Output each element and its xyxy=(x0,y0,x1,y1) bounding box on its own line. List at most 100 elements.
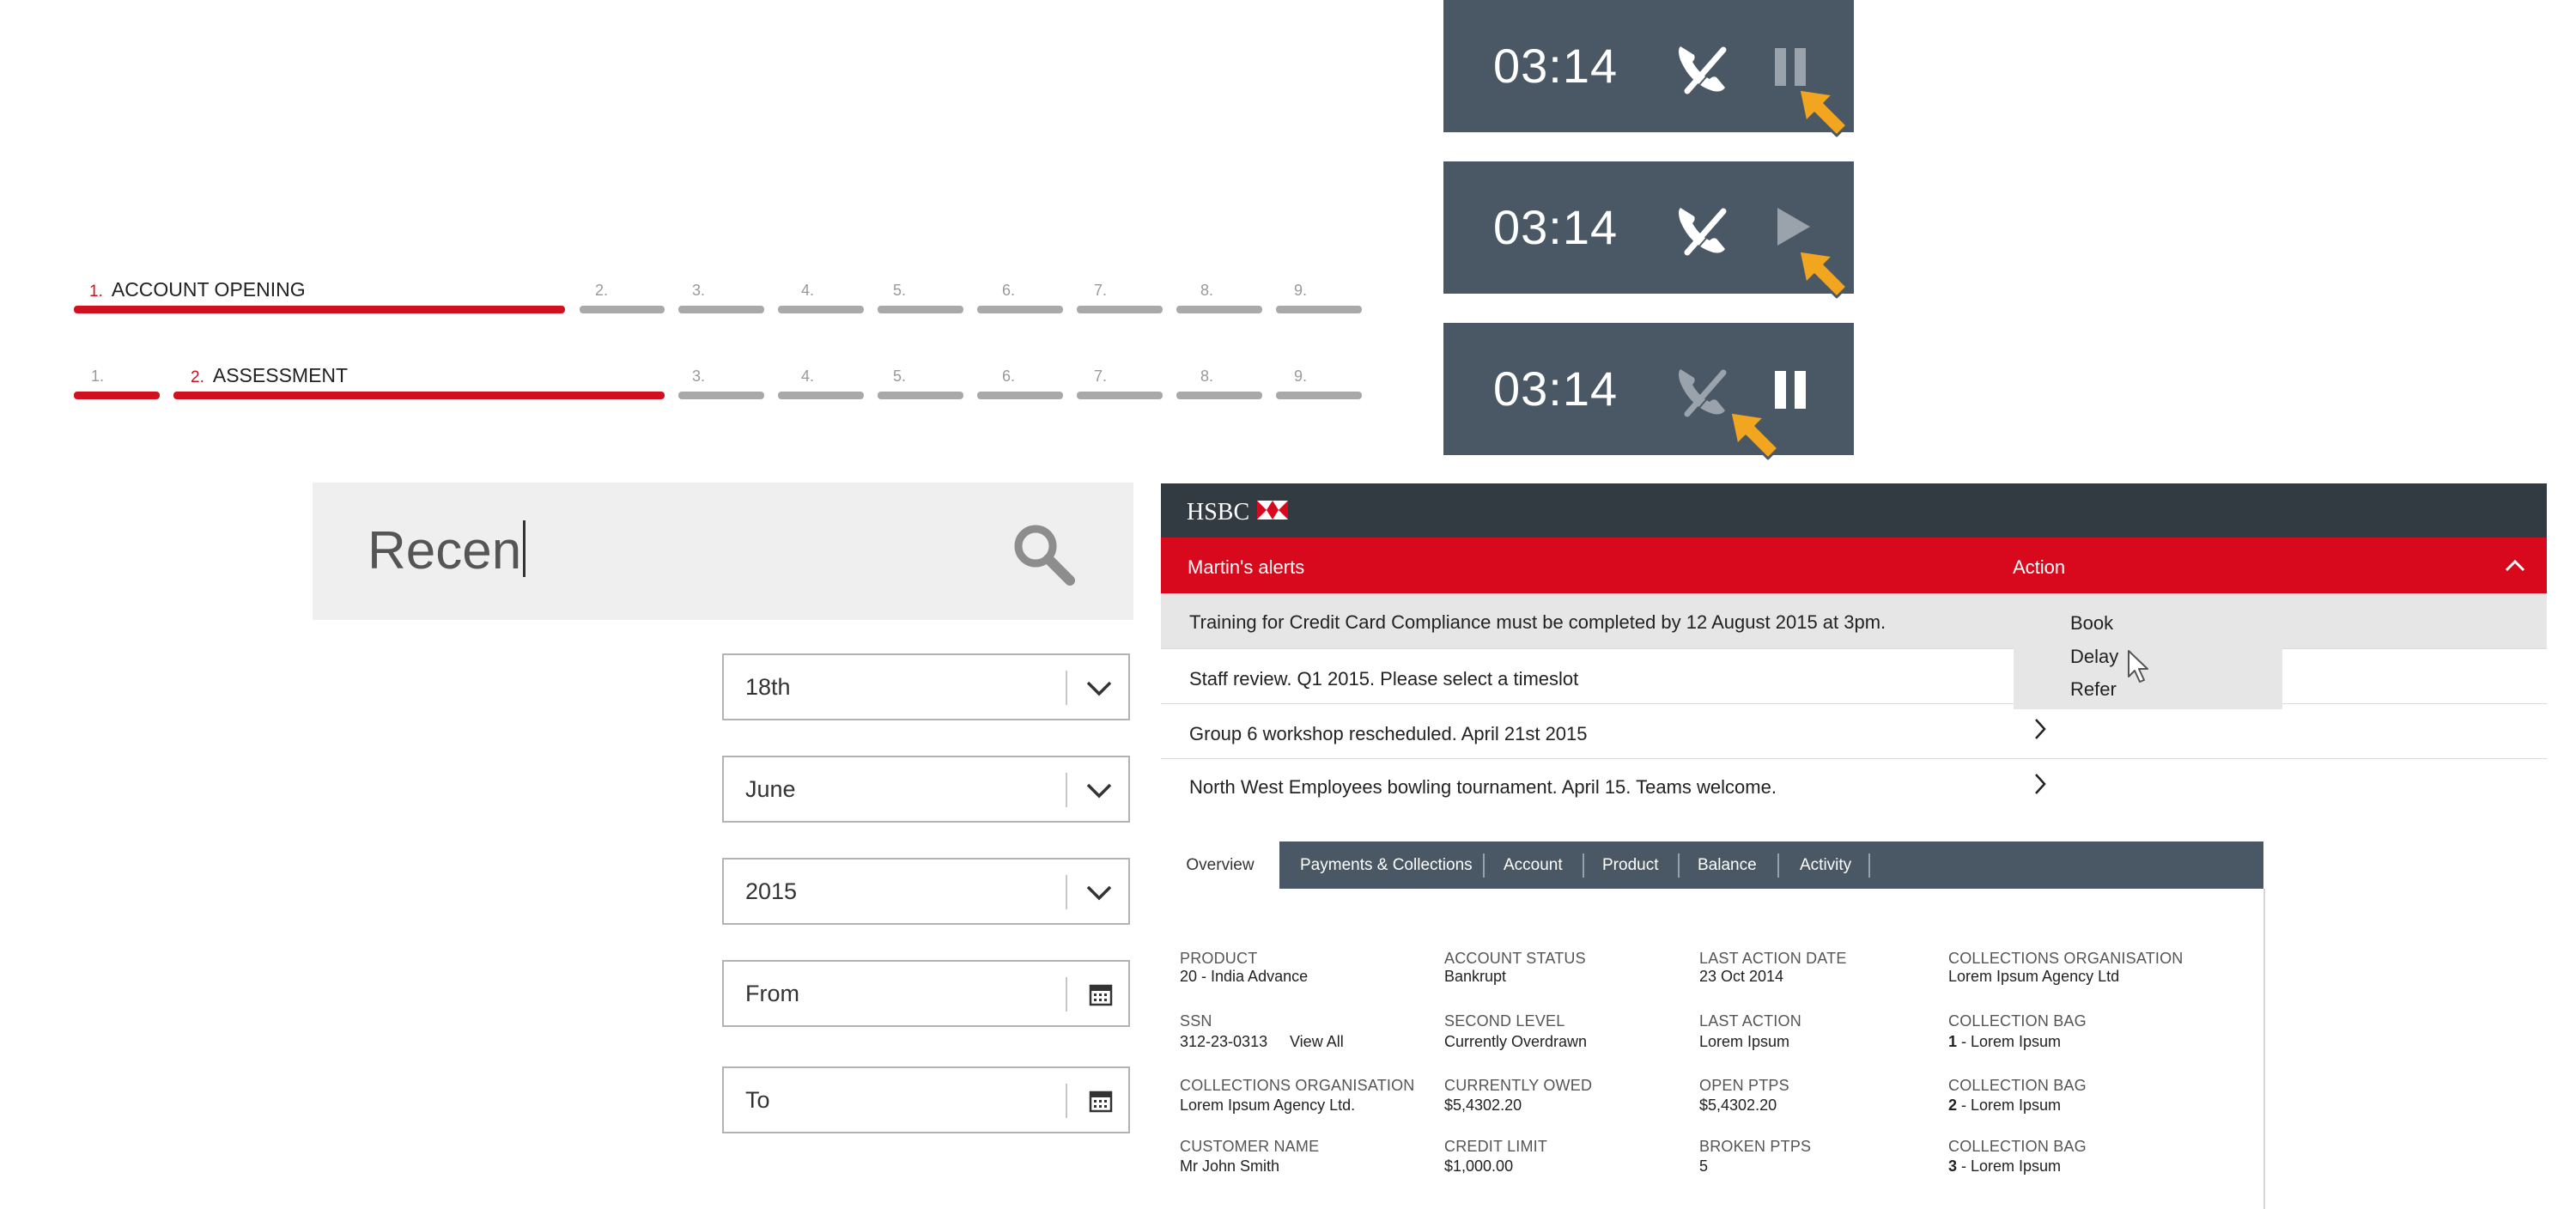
step-1-bar[interactable] xyxy=(74,392,160,399)
field-label: COLLECTION BAG xyxy=(1948,1138,2087,1155)
alert-row[interactable]: Staff review. Q1 2015. Please select a t… xyxy=(1161,649,2547,704)
step-7-bar[interactable] xyxy=(1077,306,1163,313)
field-value: Currently Overdrawn xyxy=(1444,1033,1588,1050)
divider xyxy=(1066,875,1067,909)
field-label: CREDIT LIMIT xyxy=(1444,1138,1548,1155)
alerts-header: Martin's alerts Action xyxy=(1161,538,2547,593)
step-2-label[interactable]: 2. ASSESSMENT xyxy=(191,364,348,387)
chevron-down-icon[interactable] xyxy=(1084,882,1114,904)
field-label: SECOND LEVEL xyxy=(1444,1012,1565,1030)
step-9-label[interactable]: 9. xyxy=(1294,368,1307,386)
step-1-bar[interactable] xyxy=(74,306,565,313)
step-5-label[interactable]: 5. xyxy=(893,282,906,300)
tab-payments-collections[interactable]: Payments & Collections xyxy=(1300,841,1473,889)
field-value: Mr John Smith xyxy=(1180,1157,1280,1175)
step-6-bar[interactable] xyxy=(977,392,1063,399)
step-8-label[interactable]: 8. xyxy=(1200,368,1213,386)
view-all-link[interactable]: View All xyxy=(1290,1033,1344,1051)
field-value: Lorem Ipsum xyxy=(1699,1033,1790,1050)
search-input[interactable]: Recen xyxy=(368,520,526,581)
search-icon[interactable] xyxy=(1010,520,1078,589)
phone-hangup-icon[interactable] xyxy=(1668,196,1734,261)
menu-item-delay[interactable]: Delay xyxy=(2070,646,2118,668)
alert-text: North West Employees bowling tournament.… xyxy=(1189,776,1777,798)
field-label: COLLECTION BAG xyxy=(1948,1012,2087,1030)
tab-account[interactable]: Account xyxy=(1504,841,1563,889)
chevron-up-icon[interactable] xyxy=(2503,556,2527,574)
step-5-label[interactable]: 5. xyxy=(893,368,906,386)
from-date-field[interactable]: From xyxy=(722,960,1130,1027)
phone-hangup-icon[interactable] xyxy=(1668,357,1734,422)
calendar-icon[interactable] xyxy=(1089,982,1113,1006)
field-value: $5,4302.20 xyxy=(1699,1097,1777,1114)
cursor-arrow-icon xyxy=(1728,410,1780,460)
step-8-bar[interactable] xyxy=(1176,392,1262,399)
chevron-right-icon[interactable] xyxy=(2032,716,2049,742)
step-6-label[interactable]: 6. xyxy=(1002,282,1015,300)
field-value: Lorem Ipsum Agency Ltd xyxy=(1948,968,2120,985)
pause-icon[interactable] xyxy=(1770,369,1813,412)
divider xyxy=(1066,977,1067,1012)
step-9-label[interactable]: 9. xyxy=(1294,282,1307,300)
play-icon[interactable] xyxy=(1772,206,1815,249)
field-label: LAST ACTION DATE xyxy=(1699,950,1847,967)
step-5-bar[interactable] xyxy=(878,392,963,399)
step-7-label[interactable]: 7. xyxy=(1094,282,1107,300)
step-3-bar[interactable] xyxy=(678,392,764,399)
step-3-bar[interactable] xyxy=(678,306,764,313)
step-5-bar[interactable] xyxy=(878,306,963,313)
step-9-bar[interactable] xyxy=(1276,392,1362,399)
day-select[interactable]: 18th xyxy=(722,653,1130,720)
chevron-right-icon[interactable] xyxy=(2032,771,2049,797)
step-4-bar[interactable] xyxy=(778,392,864,399)
month-select[interactable]: June xyxy=(722,756,1130,823)
step-4-label[interactable]: 4. xyxy=(801,368,814,386)
search-box[interactable]: Recen xyxy=(313,483,1133,620)
field-label: SSN xyxy=(1180,1012,1212,1030)
pause-icon[interactable] xyxy=(1770,46,1813,89)
step-6-label[interactable]: 6. xyxy=(1002,368,1015,386)
step-9-bar[interactable] xyxy=(1276,306,1362,313)
tab-overview[interactable]: Overview xyxy=(1161,841,1279,889)
step-7-bar[interactable] xyxy=(1077,392,1163,399)
step-3-label[interactable]: 3. xyxy=(692,368,705,386)
step-8-bar[interactable] xyxy=(1176,306,1262,313)
tab-balance[interactable]: Balance xyxy=(1698,841,1757,889)
step-2-bar[interactable] xyxy=(173,392,665,399)
step-3-label[interactable]: 3. xyxy=(692,282,705,300)
tab-divider xyxy=(1483,854,1485,878)
step-1-label[interactable]: 1. xyxy=(91,368,104,386)
alert-row[interactable]: Training for Credit Card Compliance must… xyxy=(1161,593,2547,649)
alert-row[interactable]: Group 6 workshop rescheduled. April 21st… xyxy=(1161,704,2547,759)
menu-item-refer[interactable]: Refer xyxy=(2070,678,2117,701)
field-label: BROKEN PTPS xyxy=(1699,1138,1812,1155)
step-4-label[interactable]: 4. xyxy=(801,282,814,300)
tab-product[interactable]: Product xyxy=(1602,841,1658,889)
text-caret xyxy=(523,520,526,577)
hsbc-hexagon-logo xyxy=(1257,501,1288,519)
alert-row[interactable]: North West Employees bowling tournament.… xyxy=(1161,759,2547,812)
phone-hangup-icon[interactable] xyxy=(1668,34,1734,100)
alert-text: Training for Credit Card Compliance must… xyxy=(1189,611,1886,633)
step-7-label[interactable]: 7. xyxy=(1094,368,1107,386)
step-2-bar[interactable] xyxy=(580,306,665,313)
to-date-field[interactable]: To xyxy=(722,1066,1130,1133)
mouse-pointer-icon xyxy=(2128,650,2148,683)
tab-activity[interactable]: Activity xyxy=(1800,841,1851,889)
alerts-title: Martin's alerts xyxy=(1188,556,1305,578)
menu-item-book[interactable]: Book xyxy=(2070,612,2113,635)
year-select[interactable]: 2015 xyxy=(722,858,1130,925)
call-timer-panel: 03:14 xyxy=(1443,323,1854,460)
step-2-label[interactable]: 2. xyxy=(595,282,608,300)
step-6-bar[interactable] xyxy=(977,306,1063,313)
to-date-value: To xyxy=(745,1087,770,1113)
chevron-down-icon[interactable] xyxy=(1084,780,1114,802)
field-value: Bankrupt xyxy=(1444,968,1507,985)
tab-divider xyxy=(1868,854,1870,878)
step-4-bar[interactable] xyxy=(778,306,864,313)
step-1-label[interactable]: 1. ACCOUNT OPENING xyxy=(89,278,306,301)
step-8-label[interactable]: 8. xyxy=(1200,282,1213,300)
calendar-icon[interactable] xyxy=(1089,1089,1113,1113)
hsbc-logo-text: HSBC xyxy=(1187,499,1250,526)
chevron-down-icon[interactable] xyxy=(1084,677,1114,700)
